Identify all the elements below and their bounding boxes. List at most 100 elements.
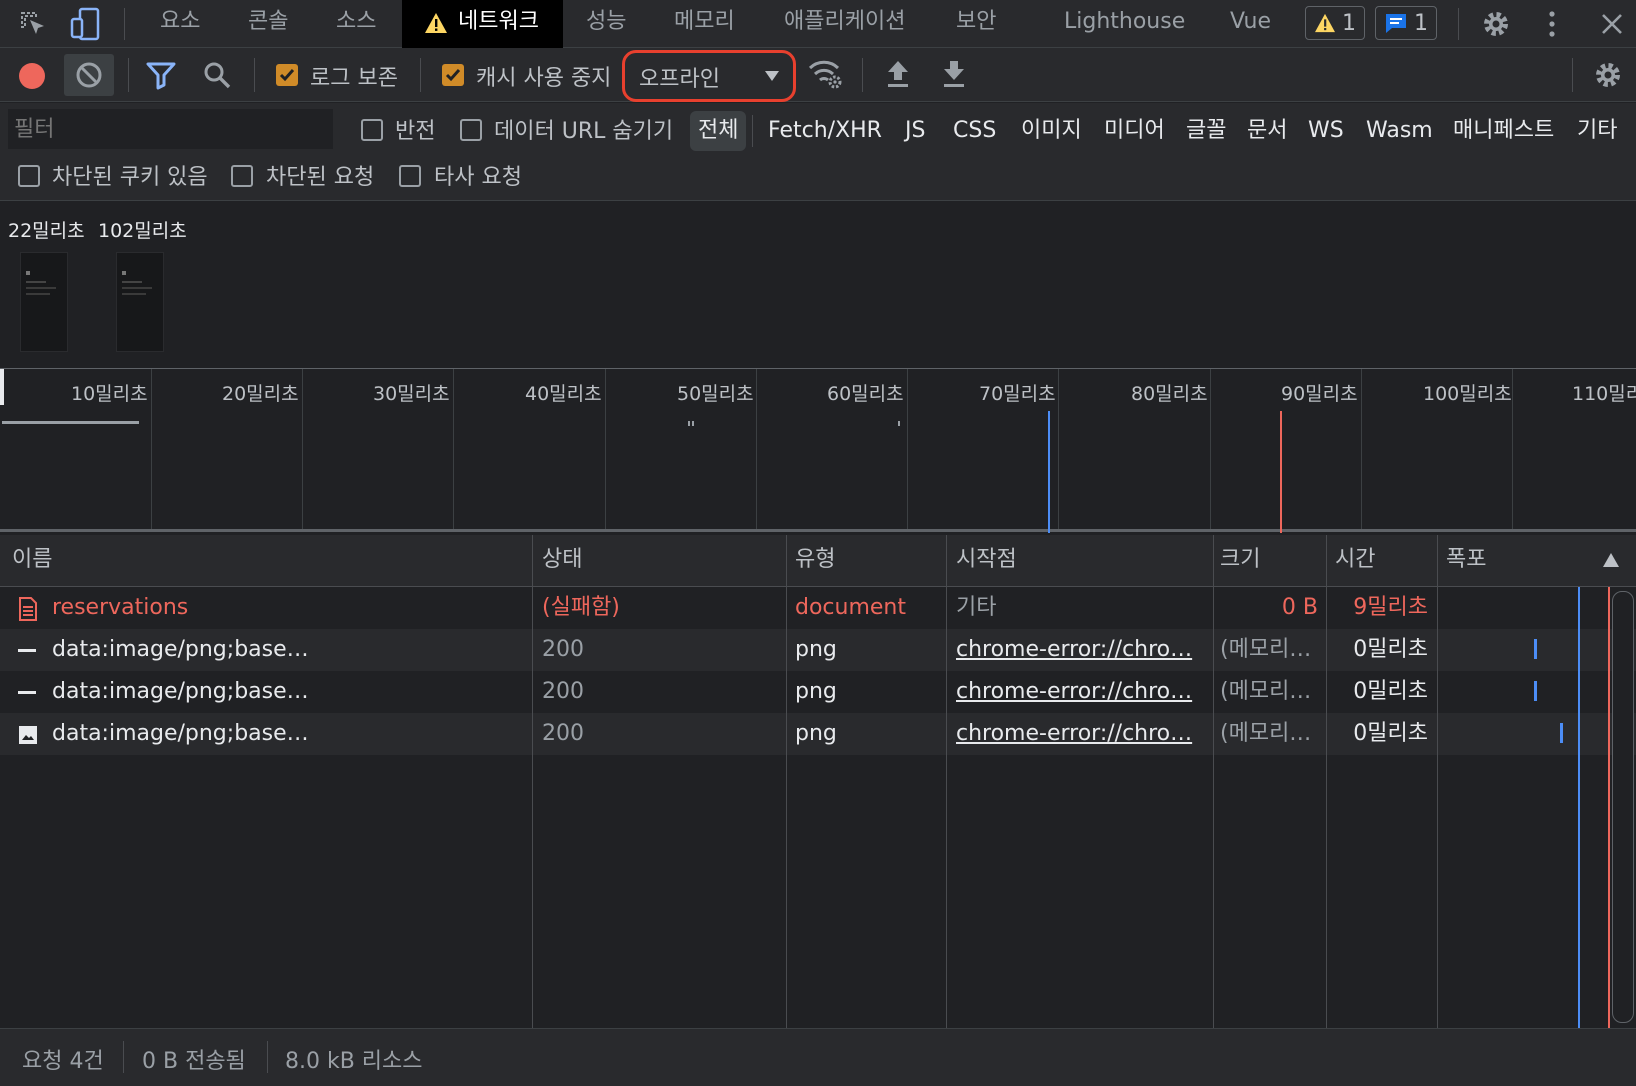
export-har-icon[interactable] (942, 59, 966, 89)
request-count: 요청 4건 (22, 1049, 104, 1074)
blocked-cookies-checkbox[interactable] (18, 165, 40, 187)
image-icon (18, 725, 38, 745)
invert-checkbox[interactable] (361, 119, 383, 141)
tab-application[interactable]: 애플리케이션 (784, 0, 905, 48)
invert-label: 반전 (395, 119, 436, 144)
column-header-initiator[interactable]: 시작점 (956, 535, 1017, 587)
screenshot-thumbnail[interactable] (116, 252, 164, 352)
close-icon[interactable] (1600, 12, 1624, 36)
timeline-selection-start-handle[interactable] (0, 369, 4, 405)
tab-vue[interactable]: Vue (1230, 0, 1271, 48)
timeline-tick-label: 60밀리초 (827, 383, 904, 405)
waterfall-bar (1560, 723, 1563, 743)
type-filter-all[interactable]: 전체 (690, 111, 747, 151)
tab-network[interactable]: 네트워크 (402, 0, 563, 48)
request-initiator-link[interactable]: chrome-error://chro… (956, 629, 1196, 671)
screenshot-time-label: 22밀리초 (8, 220, 85, 242)
warning-icon (424, 12, 448, 34)
type-filter-doc[interactable]: 문서 (1247, 111, 1287, 151)
column-header-size[interactable]: 크기 (1220, 535, 1260, 587)
type-filter-ws[interactable]: WS (1308, 111, 1344, 151)
table-row[interactable]: data:image/png;base… 200 png chrome-erro… (0, 671, 1636, 713)
column-header-name[interactable]: 이름 (12, 535, 52, 587)
screenshot-thumbnail[interactable] (20, 252, 68, 352)
request-name: data:image/png;base… (52, 721, 309, 746)
request-marker (692, 421, 694, 426)
type-filter-font[interactable]: 글꼴 (1186, 111, 1226, 151)
filter-bar: 반전 데이터 URL 숨기기 전체 Fetch/XHR JS CSS 이미지 미… (0, 103, 1636, 201)
request-type: png (795, 637, 837, 662)
tab-console[interactable]: 콘솔 (248, 0, 288, 48)
messages-badge[interactable]: 1 (1375, 6, 1437, 40)
third-party-checkbox[interactable] (399, 165, 421, 187)
column-header-status[interactable]: 상태 (542, 535, 582, 587)
filter-icon[interactable] (146, 60, 176, 90)
type-filter-media[interactable]: 미디어 (1104, 111, 1165, 151)
request-status: 200 (542, 637, 584, 662)
preserve-log-checkbox[interactable] (276, 64, 298, 86)
type-filter-wasm[interactable]: Wasm (1366, 111, 1433, 151)
tab-security[interactable]: 보안 (956, 0, 996, 48)
tab-sources[interactable]: 소스 (336, 0, 376, 48)
request-marker (688, 421, 690, 426)
load-event-line (1280, 411, 1282, 533)
request-type: png (795, 721, 837, 746)
record-icon[interactable] (18, 62, 46, 90)
transferred-size: 0 B 전송됨 (142, 1049, 246, 1074)
image-icon (18, 649, 36, 652)
inspect-element-icon[interactable] (18, 9, 48, 39)
vertical-scrollbar[interactable] (1612, 591, 1634, 1023)
request-initiator-link[interactable]: chrome-error://chro… (956, 671, 1196, 713)
throttling-select[interactable]: 오프라인 (622, 50, 796, 102)
sort-ascending-icon (1603, 553, 1619, 567)
disable-cache-checkbox[interactable] (442, 64, 464, 86)
timeline-tick-label: 70밀리초 (979, 383, 1056, 405)
type-filter-other[interactable]: 기타 (1577, 111, 1617, 151)
timeline-tick-label: 40밀리초 (525, 383, 602, 405)
timeline-overview[interactable]: 10밀리초 20밀리초 30밀리초 40밀리초 50밀리초 60밀리초 70밀리… (0, 368, 1636, 533)
network-settings-icon[interactable] (1592, 59, 1624, 91)
network-conditions-icon[interactable] (808, 58, 844, 90)
request-size: (메모리… (1220, 637, 1312, 662)
blocked-requests-checkbox[interactable] (231, 165, 253, 187)
type-filter-manifest[interactable]: 매니페스트 (1453, 111, 1554, 151)
request-status: (실패함) (542, 595, 620, 620)
device-toolbar-icon[interactable] (70, 7, 102, 41)
table-row[interactable]: data:image/png;base… 200 png chrome-erro… (0, 713, 1636, 755)
import-har-icon[interactable] (886, 59, 910, 89)
request-initiator-link[interactable]: chrome-error://chro… (956, 713, 1196, 755)
table-row[interactable]: data:image/png;base… 200 png chrome-erro… (0, 629, 1636, 671)
tab-performance[interactable]: 성능 (586, 0, 626, 48)
tab-memory[interactable]: 메모리 (674, 0, 735, 48)
warnings-badge[interactable]: 1 (1305, 6, 1365, 40)
request-name: data:image/png;base… (52, 637, 309, 662)
request-name: reservations (52, 595, 189, 620)
settings-gear-icon[interactable] (1480, 8, 1512, 40)
screenshots-overview: 22밀리초 102밀리초 (0, 202, 1636, 368)
tab-elements[interactable]: 요소 (160, 0, 200, 48)
timeline-tick-label: 20밀리초 (222, 383, 299, 405)
type-filter-css[interactable]: CSS (953, 111, 996, 151)
column-header-type[interactable]: 유형 (795, 535, 835, 587)
table-row[interactable]: reservations (실패함) document 기타 0 B 9밀리초 (0, 587, 1636, 629)
request-time: 0밀리초 (1353, 637, 1428, 662)
column-header-waterfall[interactable]: 폭포 (1446, 535, 1486, 587)
timeline-tick-label: 110밀리초 (1572, 383, 1636, 405)
tab-lighthouse[interactable]: Lighthouse (1064, 0, 1185, 48)
search-icon[interactable] (202, 60, 232, 90)
clear-icon[interactable] (74, 60, 104, 90)
more-options-icon[interactable] (1546, 10, 1558, 38)
column-header-time[interactable]: 시간 (1335, 535, 1375, 587)
blocked-cookies-label: 차단된 쿠키 있음 (52, 165, 208, 190)
waterfall-bar (1534, 639, 1537, 659)
type-filter-img[interactable]: 이미지 (1021, 111, 1082, 151)
type-filter-js[interactable]: JS (905, 111, 925, 151)
type-filter-fetch-xhr[interactable]: Fetch/XHR (768, 111, 882, 151)
network-toolbar: 로그 보존 캐시 사용 중지 오프라인 (0, 48, 1636, 102)
request-name: data:image/png;base… (52, 679, 309, 704)
request-size: (메모리… (1220, 721, 1312, 746)
preserve-log-label: 로그 보존 (310, 66, 398, 91)
hide-data-urls-checkbox[interactable] (460, 119, 482, 141)
request-size: 0 B (1281, 595, 1318, 620)
filter-input[interactable] (8, 109, 333, 149)
